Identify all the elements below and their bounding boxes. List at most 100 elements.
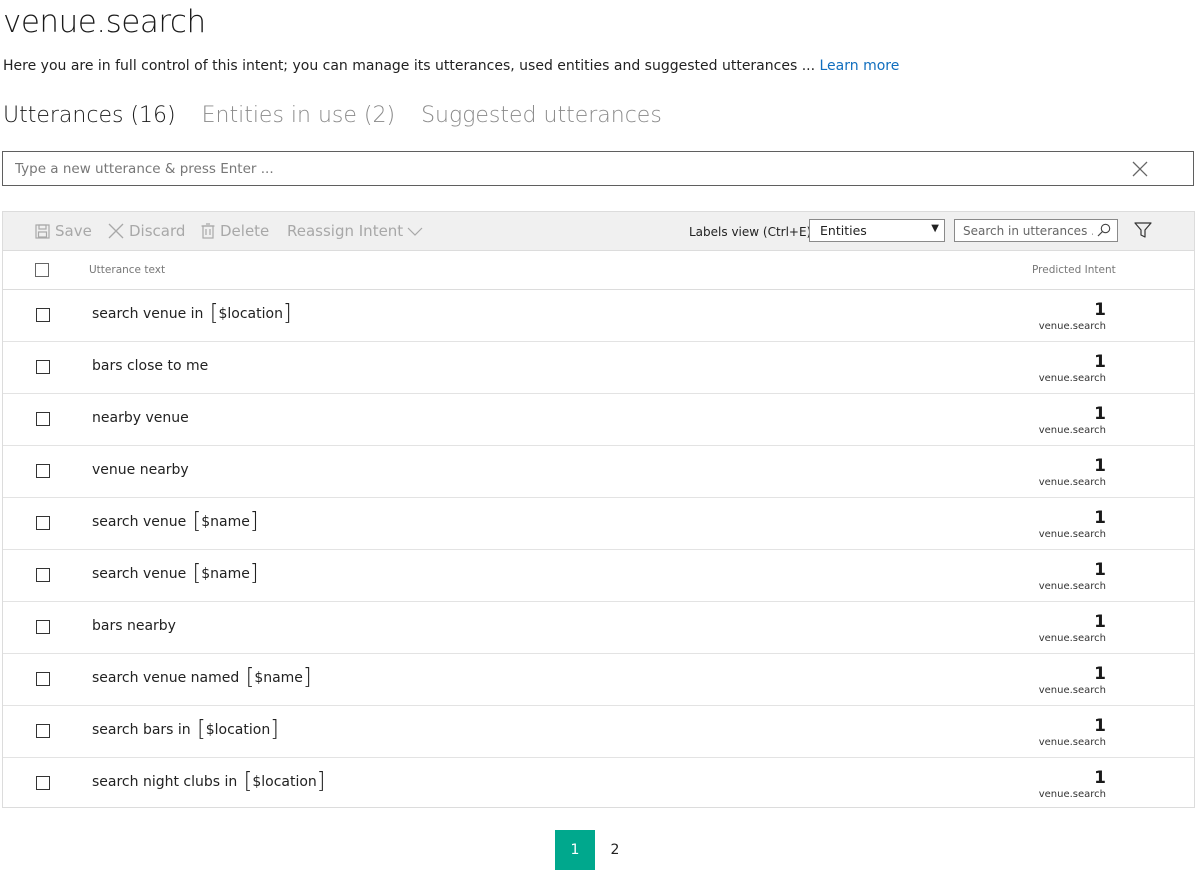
entity-name: $name: [201, 566, 250, 582]
predicted-intent-name: venue.search: [1038, 425, 1106, 436]
tab-utterances[interactable]: Utterances (16): [3, 103, 176, 128]
predicted-intent-name: venue.search: [1038, 321, 1106, 332]
entity-close-bracket: ]: [302, 665, 312, 690]
entity-label[interactable]: [$name]: [193, 563, 259, 585]
utterance-words: search venue in: [92, 306, 204, 322]
pagination: 1 2: [555, 830, 635, 870]
predicted-intent-name: venue.search: [1038, 685, 1106, 696]
new-utterance-box: [2, 151, 1194, 186]
table-row[interactable]: search venue named [$name] 1 venue.search: [3, 654, 1194, 706]
discard-label: Discard: [129, 222, 186, 240]
prediction-score: 1: [1094, 404, 1106, 424]
search-icon[interactable]: [1097, 223, 1111, 237]
utterance-words: nearby venue: [92, 410, 189, 426]
prediction-score: 1: [1094, 508, 1106, 528]
prediction-score: 1: [1094, 768, 1106, 788]
reassign-intent-button[interactable]: Reassign Intent: [287, 212, 428, 250]
page-description: Here you are in full control of this int…: [3, 58, 899, 74]
save-button[interactable]: Save: [35, 212, 92, 250]
page-1-button[interactable]: 1: [555, 830, 595, 870]
predicted-intent-name: venue.search: [1038, 373, 1106, 384]
utterance-words: search venue: [92, 566, 187, 582]
utterance-words: search venue: [92, 514, 187, 530]
table-row[interactable]: search venue [$name] 1 venue.search: [3, 550, 1194, 602]
tab-suggested-utterances[interactable]: Suggested utterances: [421, 103, 662, 128]
utterance-text[interactable]: search venue named [$name]: [92, 667, 312, 689]
table-row[interactable]: search bars in [$location] 1 venue.search: [3, 706, 1194, 758]
entity-name: $name: [201, 514, 250, 530]
utterance-words: bars nearby: [92, 618, 176, 634]
chevron-down-icon: [407, 227, 423, 236]
utterance-text[interactable]: search venue in [$location]: [92, 303, 292, 325]
row-checkbox[interactable]: [36, 620, 50, 634]
entity-name: $location: [252, 774, 317, 790]
entity-open-bracket: [: [192, 509, 202, 534]
utterance-text[interactable]: nearby venue: [92, 410, 189, 426]
utterance-words: bars close to me: [92, 358, 209, 374]
entity-label[interactable]: [$name]: [246, 667, 312, 689]
row-checkbox[interactable]: [36, 672, 50, 686]
row-checkbox[interactable]: [36, 412, 50, 426]
search-utterances-input[interactable]: [955, 220, 1101, 242]
table-row[interactable]: venue nearby 1 venue.search: [3, 446, 1194, 498]
column-header-utterance-text: Utterance text: [89, 264, 166, 276]
discard-button[interactable]: Discard: [108, 212, 185, 250]
table-row[interactable]: search night clubs in [$location] 1 venue.…: [3, 758, 1194, 809]
table-row[interactable]: nearby venue 1 venue.search: [3, 394, 1194, 446]
utterance-text[interactable]: search venue [$name]: [92, 511, 259, 533]
grid-header-row: Utterance text Predicted Intent: [3, 251, 1194, 290]
prediction-score: 1: [1094, 300, 1106, 320]
entity-open-bracket: [: [192, 561, 202, 586]
utterance-text[interactable]: search night clubs in [$location]: [92, 771, 326, 793]
utterance-text[interactable]: bars close to me: [92, 358, 208, 374]
entity-name: $name: [254, 670, 303, 686]
table-row[interactable]: bars nearby 1 venue.search: [3, 602, 1194, 654]
page-2-button[interactable]: 2: [595, 830, 635, 870]
entity-label[interactable]: [$name]: [193, 511, 259, 533]
table-row[interactable]: search venue in [$location] 1 venue.search: [3, 290, 1194, 342]
prediction-score: 1: [1094, 560, 1106, 580]
labels-view-label: Labels view (Ctrl+E):: [689, 225, 816, 239]
save-icon: [35, 223, 50, 239]
prediction-score: 1: [1094, 352, 1106, 372]
utterance-text[interactable]: venue nearby: [92, 462, 189, 478]
labels-view-select[interactable]: Entities ▼: [809, 219, 945, 242]
tab-entities-in-use[interactable]: Entities in use (2): [202, 103, 395, 128]
utterance-text[interactable]: search venue [$name]: [92, 563, 259, 585]
utterance-text[interactable]: search bars in [$location]: [92, 719, 279, 741]
new-utterance-input[interactable]: [3, 152, 1127, 185]
table-row[interactable]: bars close to me 1 venue.search: [3, 342, 1194, 394]
entity-label[interactable]: [$location]: [197, 719, 279, 741]
row-checkbox[interactable]: [36, 724, 50, 738]
select-all-checkbox[interactable]: [35, 263, 49, 277]
prediction-score: 1: [1094, 456, 1106, 476]
utterance-text[interactable]: bars nearby: [92, 618, 176, 634]
row-checkbox[interactable]: [36, 360, 50, 374]
entity-label[interactable]: [$location]: [244, 771, 326, 793]
prediction-score: 1: [1094, 612, 1106, 632]
row-checkbox[interactable]: [36, 516, 50, 530]
learn-more-link[interactable]: Learn more: [820, 58, 900, 74]
entity-close-bracket: ]: [249, 509, 259, 534]
description-text: Here you are in full control of this int…: [3, 58, 816, 74]
entity-label[interactable]: [$location]: [210, 303, 292, 325]
caret-down-icon: ▼: [931, 223, 939, 234]
predicted-intent-name: venue.search: [1038, 633, 1106, 644]
entity-name: $location: [205, 722, 271, 738]
row-checkbox[interactable]: [36, 568, 50, 582]
row-checkbox[interactable]: [36, 776, 50, 790]
entity-close-bracket: ]: [316, 769, 326, 794]
utterances-grid: Save Discard Delete Reassign Intent Labe…: [2, 211, 1195, 808]
delete-button[interactable]: Delete: [201, 212, 269, 250]
utterance-words: search bars in: [92, 722, 191, 738]
row-checkbox[interactable]: [36, 308, 50, 322]
predicted-intent-name: venue.search: [1038, 789, 1106, 800]
table-row[interactable]: search venue [$name] 1 venue.search: [3, 498, 1194, 550]
page-title: venue.search: [3, 4, 206, 40]
entity-close-bracket: ]: [270, 717, 279, 742]
filter-icon[interactable]: [1134, 222, 1152, 239]
prediction-score: 1: [1094, 716, 1106, 736]
row-checkbox[interactable]: [36, 464, 50, 478]
reassign-label: Reassign Intent: [287, 222, 404, 240]
clear-icon[interactable]: [1131, 160, 1149, 178]
